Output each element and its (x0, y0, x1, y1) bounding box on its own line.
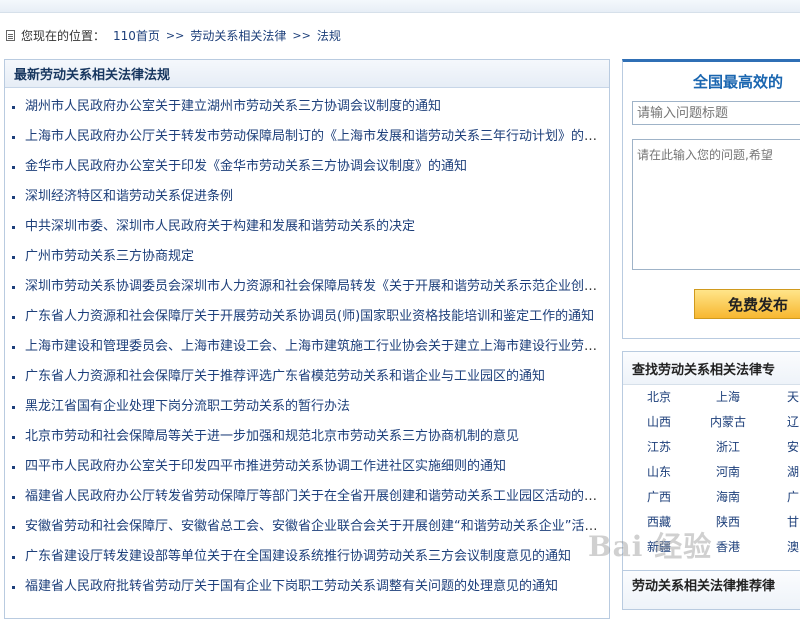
breadcrumb: 您现在的位置： 110首页 >> 劳动关系相关法律 >> 法规 (6, 25, 341, 45)
region-link[interactable]: 内蒙古 (710, 413, 746, 430)
region-link[interactable]: 安 (787, 438, 799, 455)
region-link[interactable]: 山东 (647, 463, 671, 480)
latest-laws-panel: 最新劳动关系相关法律法规 湖州市人民政府办公室关于建立湖州市劳动关系三方协调会议… (4, 59, 610, 619)
list-item: 上海市建设和管理委员会、上海市建设工会、上海市建筑施工行业协会关于建立上海市建设… (5, 332, 609, 362)
law-link[interactable]: 福建省人民政府办公厅转发省劳动保障厅等部门关于在全省开展创建和谐劳动关系工业园区… (25, 489, 609, 504)
list-item: 广州市劳动关系三方协商规定 (5, 242, 609, 272)
recommend-panel-title: 劳动关系相关法律推荐律 (632, 579, 776, 594)
region-link[interactable]: 广西 (647, 488, 671, 505)
region-link[interactable]: 上海 (716, 388, 740, 405)
region-link[interactable]: 河南 (716, 463, 740, 480)
law-link[interactable]: 深圳经济特区和谐劳动关系促进条例 (25, 189, 233, 204)
region-link[interactable]: 湖 (787, 463, 799, 480)
list-item: 四平市人民政府办公室关于印发四平市推进劳动关系协调工作进社区实施细则的通知 (5, 452, 609, 482)
latest-laws-title: 最新劳动关系相关法律法规 (14, 68, 171, 83)
list-item: 北京市劳动和社会保障局等关于进一步加强和规范北京市劳动关系三方协商机制的意见 (5, 422, 609, 452)
law-link[interactable]: 中共深圳市委、深圳市人民政府关于构建和发展和谐劳动关系的决定 (25, 219, 415, 234)
breadcrumb-label: 您现在的位置： (21, 28, 106, 43)
region-link[interactable]: 陕西 (716, 513, 740, 530)
document-icon (6, 29, 15, 41)
list-item: 广东省人力资源和社会保障厅关于开展劳动关系协调员(师)国家职业资格技能培训和鉴定… (5, 302, 609, 332)
list-item: 福建省人民政府批转省劳动厅关于国有企业下岗职工劳动关系调整有关问题的处理意见的通… (5, 572, 609, 602)
law-link[interactable]: 四平市人民政府办公室关于印发四平市推进劳动关系协调工作进社区实施细则的通知 (25, 459, 506, 474)
ask-question-panel: 全国最高效的 免费发布 (622, 59, 800, 339)
law-link[interactable]: 深圳市劳动关系协调委员会深圳市人力资源和社会保障局转发《关于开展和谐劳动关系示范… (25, 279, 609, 294)
region-link[interactable]: 浙江 (716, 438, 740, 455)
law-link[interactable]: 金华市人民政府办公室关于印发《金华市劳动关系三方协调会议制度》的通知 (25, 159, 467, 174)
law-link[interactable]: 福建省人民政府批转省劳动厅关于国有企业下岗职工劳动关系调整有关问题的处理意见的通… (25, 579, 558, 594)
breadcrumb-separator: >> (292, 28, 311, 42)
law-list: 湖州市人民政府办公室关于建立湖州市劳动关系三方协调会议制度的通知 上海市人民政府… (5, 92, 609, 602)
region-link[interactable]: 北京 (647, 388, 671, 405)
question-title-input[interactable] (632, 101, 800, 125)
top-bar (0, 0, 800, 13)
region-link[interactable]: 天 (787, 388, 799, 405)
region-link[interactable]: 澳 (787, 538, 799, 555)
breadcrumb-category-link[interactable]: 劳动关系相关法律 (190, 27, 286, 44)
law-link[interactable]: 北京市劳动和社会保障局等关于进一步加强和规范北京市劳动关系三方协商机制的意见 (25, 429, 519, 444)
region-panel-title: 查找劳动关系相关法律专 (623, 352, 800, 385)
breadcrumb-separator: >> (165, 28, 185, 42)
region-link[interactable]: 山西 (647, 413, 671, 430)
law-link[interactable]: 黑龙江省国有企业处理下岗分流职工劳动关系的暂行办法 (25, 399, 350, 414)
law-link[interactable]: 安徽省劳动和社会保障厅、安徽省总工会、安徽省企业联合会关于开展创建“和谐劳动关系… (25, 519, 609, 534)
region-link[interactable]: 广 (787, 488, 799, 505)
region-link[interactable]: 江苏 (647, 438, 671, 455)
region-link[interactable]: 香港 (716, 538, 740, 555)
latest-laws-header: 最新劳动关系相关法律法规 (5, 60, 609, 88)
law-link[interactable]: 广东省建设厅转发建设部等单位关于在全国建设系统推行协调劳动关系三方会议制度意见的… (25, 549, 571, 564)
breadcrumb-current: 法规 (316, 28, 341, 43)
ask-panel-title: 全国最高效的 (693, 73, 784, 91)
region-link[interactable]: 甘 (787, 513, 799, 530)
region-link[interactable]: 辽 (787, 413, 799, 430)
list-item: 福建省人民政府办公厅转发省劳动保障厅等部门关于在全省开展创建和谐劳动关系工业园区… (5, 482, 609, 512)
list-item: 上海市人民政府办公厅关于转发市劳动保障局制订的《上海市发展和谐劳动关系三年行动计… (5, 122, 609, 152)
law-link[interactable]: 湖州市人民政府办公室关于建立湖州市劳动关系三方协调会议制度的通知 (25, 99, 441, 114)
list-item: 广东省建设厅转发建设部等单位关于在全国建设系统推行协调劳动关系三方会议制度意见的… (5, 542, 609, 572)
list-item: 湖州市人民政府办公室关于建立湖州市劳动关系三方协调会议制度的通知 (5, 92, 609, 122)
list-item: 深圳市劳动关系协调委员会深圳市人力资源和社会保障局转发《关于开展和谐劳动关系示范… (5, 272, 609, 302)
list-item: 黑龙江省国有企业处理下岗分流职工劳动关系的暂行办法 (5, 392, 609, 422)
law-link[interactable]: 上海市人民政府办公厅关于转发市劳动保障局制订的《上海市发展和谐劳动关系三年行动计… (25, 129, 609, 144)
list-item: 安徽省劳动和社会保障厅、安徽省总工会、安徽省企业联合会关于开展创建“和谐劳动关系… (5, 512, 609, 542)
law-link[interactable]: 广东省人力资源和社会保障厅关于开展劳动关系协调员(师)国家职业资格技能培训和鉴定… (25, 309, 594, 324)
list-item: 金华市人民政府办公室关于印发《金华市劳动关系三方协调会议制度》的通知 (5, 152, 609, 182)
list-item: 广东省人力资源和社会保障厅关于推荐评选广东省模范劳动关系和谐企业与工业园区的通知 (5, 362, 609, 392)
law-link[interactable]: 上海市建设和管理委员会、上海市建设工会、上海市建筑施工行业协会关于建立上海市建设… (25, 339, 609, 354)
recommend-lawyer-panel: 劳动关系相关法律推荐律 (622, 570, 800, 610)
watermark-logo: Bai 经验 (588, 530, 713, 563)
law-link[interactable]: 广州市劳动关系三方协商规定 (25, 249, 194, 264)
breadcrumb-home-link[interactable]: 110首页 (113, 27, 160, 44)
law-link[interactable]: 广东省人力资源和社会保障厅关于推荐评选广东省模范劳动关系和谐企业与工业园区的通知 (25, 369, 545, 384)
region-link[interactable]: 海南 (716, 488, 740, 505)
list-item: 中共深圳市委、深圳市人民政府关于构建和发展和谐劳动关系的决定 (5, 212, 609, 242)
list-item: 深圳经济特区和谐劳动关系促进条例 (5, 182, 609, 212)
free-submit-button[interactable]: 免费发布 (694, 289, 800, 319)
question-body-textarea[interactable] (632, 139, 800, 270)
